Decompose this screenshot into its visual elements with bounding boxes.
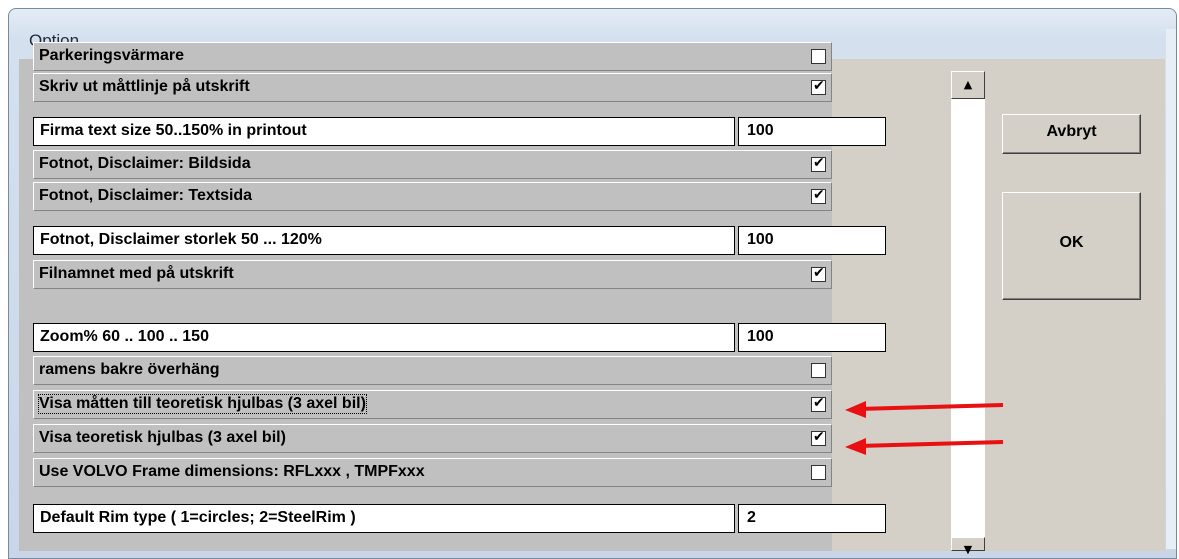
firma-text-size-input[interactable]: 100 — [738, 117, 886, 146]
option-label-firma-text-size: Firma text size 50..150% in printout — [33, 117, 735, 146]
option-label: Use VOLVO Frame dimensions: RFLxxx , TMP… — [39, 463, 425, 480]
options-panel: Parkeringsvärmare Skriv ut måttlinje på … — [19, 42, 1165, 556]
option-row-fotnot-textsida[interactable]: Fotnot, Disclaimer: Textsida ✔ — [33, 182, 832, 211]
checkbox[interactable]: ✔ — [811, 78, 826, 95]
checkbox[interactable] — [811, 49, 826, 64]
option-label-zoom: Zoom% 60 .. 100 .. 150 — [33, 323, 735, 352]
zoom-input[interactable]: 100 — [738, 323, 886, 352]
checkbox[interactable] — [811, 465, 826, 480]
option-row-ramens-bakre[interactable]: ramens bakre överhäng — [33, 356, 832, 385]
ok-button[interactable]: OK — [1002, 192, 1141, 300]
checkbox[interactable] — [811, 363, 826, 378]
option-label: ramens bakre överhäng — [39, 361, 220, 378]
option-row-visa-matten[interactable]: Visa måtten till teoretisk hjulbas (3 ax… — [33, 390, 832, 419]
option-row[interactable]: Parkeringsvärmare — [33, 42, 832, 71]
option-row-fotnot-bildsida[interactable]: Fotnot, Disclaimer: Bildsida ✔ — [33, 150, 832, 179]
checkbox[interactable]: ✔ — [811, 265, 826, 282]
option-label-fotnot-storlek: Fotnot, Disclaimer storlek 50 ... 120% — [33, 226, 735, 255]
option-row-filnamnet[interactable]: Filnamnet med på utskrift ✔ — [33, 260, 832, 289]
checkbox[interactable]: ✔ — [811, 187, 826, 204]
option-label-default-rim: Default Rim type ( 1=circles; 2=SteelRim… — [33, 504, 735, 533]
option-row-use-volvo[interactable]: Use VOLVO Frame dimensions: RFLxxx , TMP… — [33, 458, 832, 487]
arrow-up-icon: ▲ — [963, 78, 973, 91]
outer-scrollbar[interactable] — [1166, 29, 1176, 549]
option-label: Fotnot, Disclaimer: Bildsida — [39, 155, 251, 172]
option-row-visa-teoretisk[interactable]: Visa teoretisk hjulbas (3 axel bil) ✔ — [33, 424, 832, 453]
options-scrollbar[interactable]: ▲ ▼ — [951, 71, 985, 556]
option-label: Skriv ut måttlinje på utskrift — [39, 78, 250, 95]
checkbox[interactable]: ✔ — [811, 155, 826, 172]
option-row-skriv-ut-mattlinje[interactable]: Skriv ut måttlinje på utskrift ✔ — [33, 73, 832, 102]
checkbox[interactable]: ✔ — [811, 429, 826, 446]
scroll-up-button[interactable]: ▲ — [951, 71, 985, 99]
arrow-down-icon: ▼ — [963, 543, 973, 556]
option-window: Option Parkeringsvärmare Skriv ut måttli… — [8, 8, 1177, 559]
option-label: Visa måtten till teoretisk hjulbas (3 ax… — [38, 394, 367, 414]
option-label: Visa teoretisk hjulbas (3 axel bil) — [39, 429, 286, 446]
option-label: Filnamnet med på utskrift — [39, 265, 234, 282]
option-label: Fotnot, Disclaimer: Textsida — [39, 187, 253, 204]
default-rim-input[interactable]: 2 — [738, 504, 886, 533]
cancel-button[interactable]: Avbryt — [1002, 114, 1141, 154]
scroll-down-button[interactable]: ▼ — [951, 537, 985, 556]
checkbox[interactable]: ✔ — [811, 395, 826, 412]
fotnot-storlek-input[interactable]: 100 — [738, 226, 886, 255]
